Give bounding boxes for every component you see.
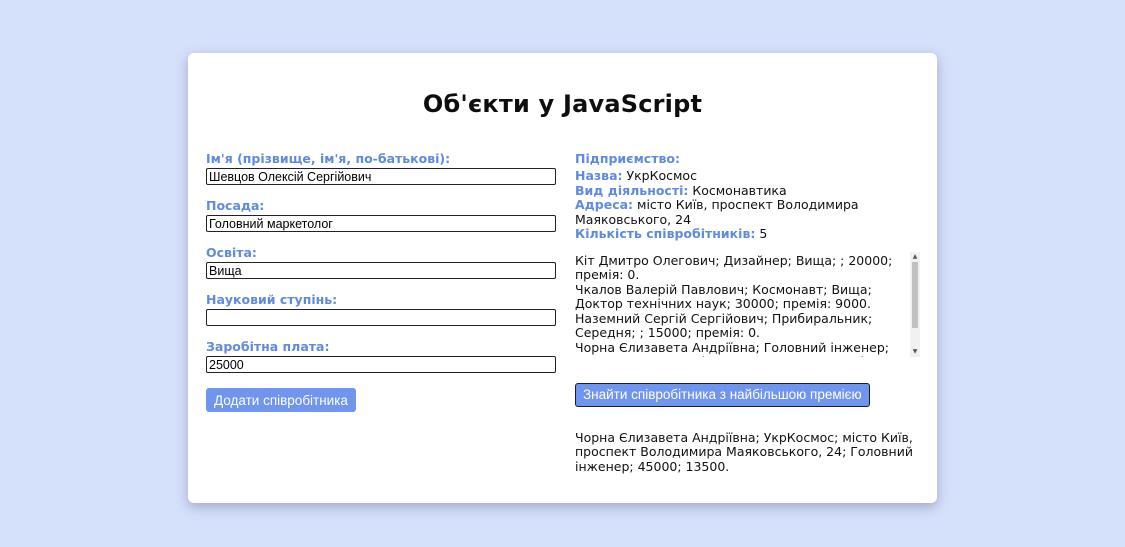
add-employee-button[interactable]: Додати співробітника — [206, 388, 356, 412]
position-field-group: Посада: — [206, 198, 556, 232]
employee-list[interactable]: Кіт Дмитро Олегович; Дизайнер; Вища; ; 2… — [575, 251, 920, 357]
degree-label: Науковий ступінь: — [206, 292, 338, 307]
scroll-down-icon[interactable]: ▼ — [910, 347, 920, 357]
company-count-line: Кількість співробітників: 5 — [575, 226, 920, 242]
employee-form: Ім'я (прізвище, ім'я, по-батькові): Поса… — [206, 151, 556, 412]
position-input[interactable] — [206, 215, 556, 232]
name-field-group: Ім'я (прізвище, ім'я, по-батькові): — [206, 151, 556, 185]
company-address-line: Адреса: місто Київ, проспект Володимира … — [575, 197, 920, 227]
company-panel: Підприємство: Назва: УкрКосмос Вид діяль… — [575, 151, 920, 474]
list-item: Чорна Єлизавета Андріївна; Головний інже… — [575, 339, 889, 357]
education-input[interactable] — [206, 262, 556, 279]
scroll-thumb[interactable] — [912, 261, 918, 328]
degree-field-group: Науковий ступінь: — [206, 292, 556, 326]
company-address-key: Адреса: — [575, 197, 634, 212]
company-name-line: Назва: УкрКосмос — [575, 168, 920, 184]
company-name-value: УкрКосмос — [626, 168, 697, 183]
salary-input[interactable] — [206, 356, 556, 373]
result-text: Чорна Єлизавета Андріївна; УкрКосмос; мі… — [575, 429, 913, 474]
name-input[interactable] — [206, 168, 556, 185]
education-field-group: Освіта: — [206, 245, 556, 279]
company-name-key: Назва: — [575, 168, 623, 183]
company-activity-key: Вид діяльності: — [575, 182, 689, 198]
degree-input[interactable] — [206, 309, 556, 326]
main-card: Об'єкти у JavaScript Ім'я (прізвище, ім'… — [188, 53, 937, 503]
scroll-up-icon[interactable]: ▲ — [910, 252, 920, 262]
name-label: Ім'я (прізвище, ім'я, по-батькові): — [206, 151, 451, 166]
list-item: Наземний Сергій Сергійович; Прибиральник… — [575, 310, 873, 340]
company-activity-value: Космонавтика — [692, 182, 787, 198]
education-label: Освіта: — [206, 245, 257, 260]
position-label: Посада: — [206, 198, 265, 213]
salary-label: Заробітна плата: — [206, 339, 330, 354]
list-item: Чкалов Валерій Павлович; Космонавт; Вища… — [575, 281, 872, 311]
find-top-bonus-button[interactable]: Знайти співробітника з найбільшою преміє… — [575, 382, 870, 407]
page-title: Об'єкти у JavaScript — [422, 90, 703, 118]
company-heading: Підприємство: — [575, 151, 680, 166]
employee-list-content: Кіт Дмитро Олегович; Дизайнер; Вища; ; 2… — [575, 252, 908, 357]
employee-list-scrollbar[interactable]: ▲ ▼ — [910, 251, 920, 357]
salary-field-group: Заробітна плата: — [206, 339, 556, 373]
company-count-key: Кількість співробітників: — [575, 226, 756, 241]
company-count-value: 5 — [759, 226, 768, 241]
company-activity-line: Вид діяльності: Космонавтика — [575, 182, 920, 199]
list-item: Кіт Дмитро Олегович; Дизайнер; Вища; ; 2… — [575, 252, 893, 282]
